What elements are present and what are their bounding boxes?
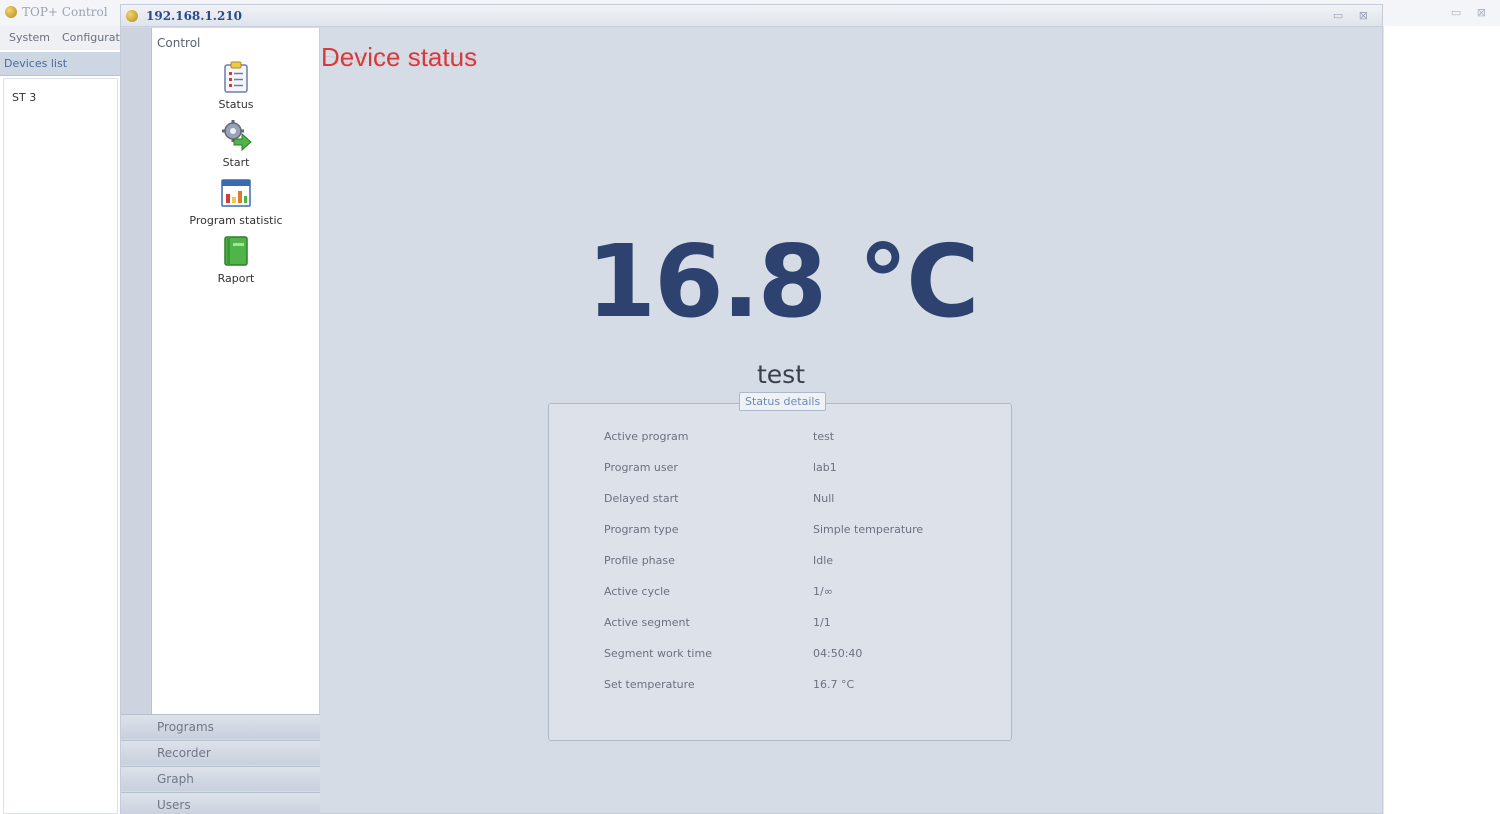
detail-row-delayed-start: Delayed start Null: [604, 492, 984, 510]
detail-value: lab1: [813, 461, 837, 474]
device-window: 192.168.1.210 ▭ ⊠ Control Status Start P…: [120, 4, 1383, 814]
device-window-icon: [126, 10, 138, 22]
detail-key: Active program: [604, 430, 689, 443]
menu-system[interactable]: System: [9, 31, 50, 44]
tab-recorder[interactable]: Recorder: [121, 740, 320, 765]
detail-key: Segment work time: [604, 647, 712, 660]
tab-users[interactable]: Users: [121, 792, 320, 814]
nav-item-status[interactable]: Status: [152, 61, 320, 111]
status-details-box: Status details Active program test Progr…: [548, 392, 1012, 741]
tab-graph[interactable]: Graph: [121, 766, 320, 791]
app-title: TOP+ Control: [22, 5, 108, 19]
device-window-controls[interactable]: ▭ ⊠: [1333, 9, 1374, 22]
detail-key: Delayed start: [604, 492, 679, 505]
nav-item-raport-label: Raport: [217, 272, 255, 285]
nav-item-program-statistic-label: Program statistic: [189, 214, 283, 227]
detail-value: 04:50:40: [813, 647, 863, 660]
detail-row-set-temperature: Set temperature 16.7 °C: [604, 678, 984, 696]
detail-row-program-user: Program user lab1: [604, 461, 984, 479]
detail-key: Set temperature: [604, 678, 695, 691]
devices-list: ST 3: [3, 78, 118, 814]
device-name: test: [756, 360, 805, 389]
detail-key: Program user: [604, 461, 678, 474]
status-details-legend: Status details: [739, 392, 827, 411]
app-right-pane: [1383, 26, 1500, 814]
detail-value: 1/1: [813, 616, 831, 629]
detail-row-active-cycle: Active cycle 1/∞: [604, 585, 984, 603]
detail-value: Idle: [813, 554, 834, 567]
detail-value: Simple temperature: [813, 523, 924, 536]
devices-list-header-label: Devices list: [4, 57, 68, 70]
tab-recorder-label: Recorder: [157, 746, 211, 760]
gear-arrow-icon: [220, 119, 252, 152]
devices-list-header[interactable]: Devices list: [0, 52, 120, 76]
detail-key: Program type: [604, 523, 679, 536]
app-logo-icon: [5, 6, 17, 18]
book-icon: [220, 235, 252, 267]
tab-graph-label: Graph: [157, 772, 194, 786]
nav-item-status-label: Status: [218, 98, 254, 111]
nav-header: Control: [121, 28, 320, 55]
nav-item-program-statistic[interactable]: Program statistic: [152, 177, 320, 227]
app-window-controls[interactable]: ▭ ⊠: [1451, 6, 1492, 19]
device-item-st3[interactable]: ST 3: [12, 91, 36, 104]
clipboard-icon: [220, 61, 252, 93]
app-menubar: System Configurat: [0, 26, 120, 50]
nav-item-start[interactable]: Start: [152, 119, 320, 169]
bar-chart-icon: [220, 177, 252, 209]
menu-configuration[interactable]: Configurat: [62, 31, 120, 44]
detail-row-active-segment: Active segment 1/1: [604, 616, 984, 634]
detail-value: 16.7 °C: [813, 678, 855, 691]
device-window-titlebar: 192.168.1.210 ▭ ⊠: [121, 5, 1382, 27]
nav-gutter: [121, 28, 152, 714]
page-title-reflection: Device status: [321, 53, 478, 68]
detail-key: Active segment: [604, 616, 690, 629]
detail-row-active-program: Active program test: [604, 430, 984, 448]
detail-key: Active cycle: [604, 585, 670, 598]
tab-programs-label: Programs: [157, 720, 214, 734]
detail-row-profile-phase: Profile phase Idle: [604, 554, 984, 572]
nav-item-raport[interactable]: Raport: [152, 235, 320, 285]
detail-value: test: [813, 430, 835, 443]
nav-section-title: Control: [157, 36, 201, 50]
tab-users-label: Users: [157, 798, 191, 812]
detail-value: 1/∞: [813, 585, 833, 598]
device-window-title: 192.168.1.210: [146, 9, 243, 23]
device-status-panel: Device status Device status 16.8 °C test…: [320, 28, 1382, 814]
tab-programs[interactable]: Programs: [121, 714, 320, 739]
detail-row-program-type: Program type Simple temperature: [604, 523, 984, 541]
detail-key: Profile phase: [604, 554, 675, 567]
temperature-reading: 16.8 °C: [586, 223, 980, 340]
detail-row-segment-work-time: Segment work time 04:50:40: [604, 647, 984, 665]
nav-item-start-label: Start: [222, 156, 250, 169]
detail-value: Null: [813, 492, 835, 505]
